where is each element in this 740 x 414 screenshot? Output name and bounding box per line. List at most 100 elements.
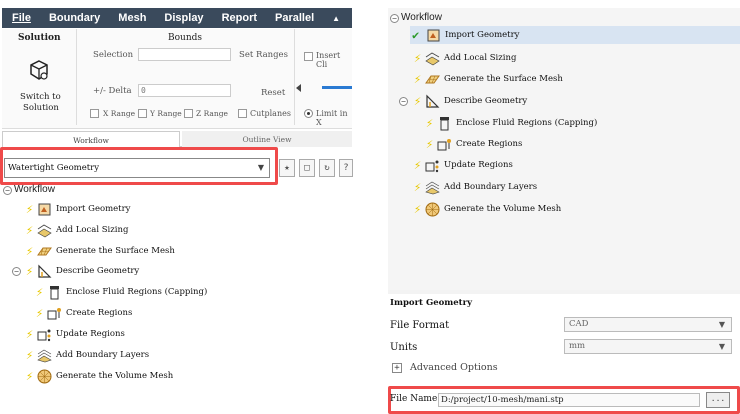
tree-item-enclose-fluid-regions[interactable]: ⚡ Enclose Fluid Regions (Capping) — [36, 283, 207, 301]
status-bolt-icon: ⚡ — [414, 72, 422, 86]
switch-label-2[interactable]: Solution — [23, 103, 59, 113]
tree-item-update-regions[interactable]: ⚡ Update Regions — [26, 325, 125, 343]
menu-bar: File Boundary Mesh Display Report Parall… — [2, 8, 352, 28]
status-bolt-icon: ⚡ — [426, 137, 434, 151]
y-range-label: Y Range — [150, 109, 182, 118]
load-workflow-icon[interactable]: ★ — [279, 159, 295, 177]
slider-left-arrow-icon[interactable] — [296, 84, 301, 92]
file-name-label: File Name — [390, 394, 438, 404]
file-name-input[interactable]: D:/project/10-mesh/mani.stp — [438, 393, 700, 407]
capping-icon — [50, 285, 59, 299]
x-range-checkbox[interactable] — [90, 109, 99, 118]
tab-outline-view[interactable]: Outline View — [182, 131, 352, 147]
save-workflow-icon[interactable]: □ — [299, 159, 315, 177]
status-bolt-icon: ⚡ — [414, 202, 422, 216]
boundary-layers-icon — [425, 181, 440, 194]
y-range-checkbox[interactable] — [138, 109, 147, 118]
insert-clip-checkbox[interactable] — [304, 52, 313, 61]
status-bolt-icon: ⚡ — [414, 180, 422, 194]
workflow-tree: − Workflow ✔ Import Geometry ⚡ Add Local… — [388, 8, 740, 290]
z-range-label: Z Range — [196, 109, 228, 118]
collapse-workflow-icon[interactable]: − — [3, 186, 12, 195]
status-bolt-icon: ⚡ — [26, 223, 34, 237]
volume-mesh-icon — [425, 202, 440, 216]
describe-geometry-icon — [38, 264, 52, 278]
selection-field[interactable] — [138, 48, 231, 61]
tab-workflow[interactable]: Workflow — [2, 131, 180, 147]
tree-item-describe-geometry[interactable]: ⚡ Describe Geometry — [414, 92, 527, 110]
collapse-describe-geometry-icon[interactable]: − — [399, 97, 408, 106]
file-format-label: File Format — [390, 320, 450, 331]
create-regions-icon — [47, 307, 61, 319]
reset-button[interactable]: Reset — [261, 88, 285, 98]
file-format-select[interactable]: CAD ▼ — [564, 317, 732, 332]
collapse-describe-geometry-icon[interactable]: − — [12, 267, 21, 276]
status-bolt-icon: ⚡ — [26, 244, 34, 258]
menu-file[interactable]: File — [12, 12, 31, 24]
selection-label: Selection — [93, 50, 134, 60]
check-icon: ✔ — [412, 28, 420, 42]
switch-label-1[interactable]: Switch to — [20, 92, 61, 102]
tree-item-add-boundary-layers[interactable]: ⚡ Add Boundary Layers — [414, 178, 537, 196]
refresh-workflow-icon[interactable]: ↻ — [319, 159, 335, 177]
delta-field[interactable]: 0 — [138, 84, 231, 97]
limit-in-label: Limit in X — [316, 109, 348, 127]
menu-display[interactable]: Display — [164, 12, 203, 24]
status-bolt-icon: ⚡ — [26, 348, 34, 362]
volume-mesh-icon — [37, 369, 52, 383]
tree-item-create-regions[interactable]: ⚡ Create Regions — [426, 135, 522, 153]
tree-root-workflow[interactable]: Workflow — [401, 12, 442, 23]
import-geometry-icon — [427, 29, 440, 41]
units-label: Units — [390, 342, 418, 353]
units-select[interactable]: mm ▼ — [564, 339, 732, 354]
tree-item-import-geometry[interactable]: ⚡ Import Geometry — [26, 200, 130, 218]
tree-item-create-regions[interactable]: ⚡ Create Regions — [36, 304, 132, 322]
surface-mesh-icon — [37, 247, 52, 255]
tree-item-update-regions[interactable]: ⚡ Update Regions — [414, 156, 513, 174]
status-bolt-icon: ⚡ — [36, 306, 44, 320]
status-bolt-icon: ⚡ — [414, 94, 422, 108]
clip-slider[interactable] — [322, 86, 352, 89]
collapse-workflow-icon[interactable]: − — [390, 14, 399, 23]
tree-item-generate-surface-mesh[interactable]: ⚡ Generate the Surface Mesh — [414, 70, 563, 88]
status-bolt-icon: ⚡ — [414, 158, 422, 172]
tree-item-add-local-sizing[interactable]: ⚡ Add Local Sizing — [26, 221, 128, 239]
menu-collapse-icon[interactable]: ▲ — [332, 14, 340, 23]
status-bolt-icon: ⚡ — [26, 264, 34, 278]
browse-button[interactable]: ... — [706, 392, 730, 408]
update-regions-icon — [37, 329, 51, 341]
solution-group-title: Solution — [18, 33, 61, 43]
insert-clip-label: Insert Cli — [316, 51, 341, 69]
switch-to-solution-icon[interactable] — [28, 59, 50, 81]
create-regions-icon — [437, 138, 451, 150]
menu-mesh[interactable]: Mesh — [118, 12, 146, 24]
menu-report[interactable]: Report — [222, 12, 257, 24]
highlight-box-workflow-type — [0, 147, 278, 185]
import-geometry-icon — [38, 203, 51, 215]
tree-item-add-boundary-layers[interactable]: ⚡ Add Boundary Layers — [26, 346, 149, 364]
z-range-checkbox[interactable] — [184, 109, 193, 118]
status-bolt-icon: ⚡ — [26, 327, 34, 341]
advanced-options-label[interactable]: Advanced Options — [410, 362, 498, 373]
left-panel: File Boundary Mesh Display Report Parall… — [0, 0, 356, 414]
set-ranges-button[interactable]: Set Ranges — [239, 50, 288, 60]
tree-root-workflow[interactable]: Workflow — [14, 184, 55, 195]
expand-advanced-icon[interactable]: + — [392, 363, 402, 373]
cutplanes-checkbox[interactable] — [238, 109, 247, 118]
tree-item-import-geometry[interactable]: ✔ Import Geometry — [410, 26, 740, 44]
tree-item-describe-geometry[interactable]: ⚡ Describe Geometry — [26, 262, 139, 280]
bounds-group-title: Bounds — [168, 33, 203, 43]
limit-in-radio[interactable] — [304, 109, 313, 118]
tree-item-generate-volume-mesh[interactable]: ⚡ Generate the Volume Mesh — [414, 200, 561, 218]
status-bolt-icon: ⚡ — [26, 369, 34, 383]
tree-item-generate-surface-mesh[interactable]: ⚡ Generate the Surface Mesh — [26, 242, 175, 260]
tree-item-enclose-fluid-regions[interactable]: ⚡ Enclose Fluid Regions (Capping) — [426, 114, 597, 132]
menu-parallel[interactable]: Parallel — [275, 12, 314, 24]
panel-tabs: Workflow Outline View — [2, 131, 352, 147]
help-icon[interactable]: ? — [339, 159, 353, 177]
tree-item-generate-volume-mesh[interactable]: ⚡ Generate the Volume Mesh — [26, 367, 173, 385]
ribbon: Solution Switch to Solution Bounds Selec… — [2, 29, 352, 129]
menu-boundary[interactable]: Boundary — [49, 12, 100, 24]
status-bolt-icon: ⚡ — [426, 116, 434, 130]
tree-item-add-local-sizing[interactable]: ⚡ Add Local Sizing — [414, 49, 516, 67]
